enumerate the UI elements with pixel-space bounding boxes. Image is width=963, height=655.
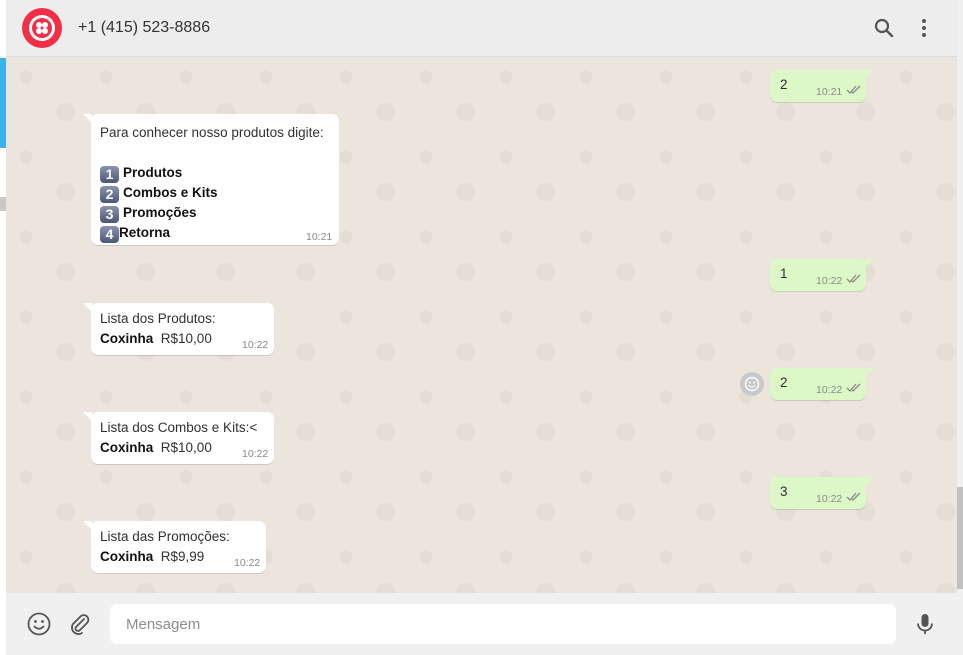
message-time: 10:22 <box>816 275 843 287</box>
message-text: Para conhecer nosso produtos digite: <box>100 125 324 140</box>
message-time: 10:22 <box>242 339 269 351</box>
keycap-2-icon: 2 <box>100 186 119 203</box>
chat-scrollbar-thumb[interactable] <box>957 487 963 589</box>
product-name: Coxinha <box>100 331 154 346</box>
outgoing-message[interactable]: 3 10:22 <box>770 477 874 509</box>
message-text: 2 <box>780 77 788 92</box>
message-title: Lista dos Produtos: <box>100 311 216 326</box>
message-input[interactable] <box>110 604 896 644</box>
smiley-icon[interactable] <box>740 372 764 396</box>
read-ticks-icon <box>846 492 861 501</box>
message-time: 10:22 <box>816 493 843 505</box>
menu-option: 2 Combos e Kits <box>100 183 324 203</box>
message-time: 10:21 <box>306 231 333 243</box>
message-title: Lista dos Combos e Kits:< <box>100 420 258 435</box>
search-icon[interactable] <box>872 16 898 42</box>
message-text: 2 <box>780 375 788 390</box>
chat-header: +1 (415) 523-8886 <box>6 0 957 57</box>
message-composer <box>6 593 957 655</box>
keycap-4-icon: 4 <box>100 226 119 243</box>
more-vertical-icon[interactable] <box>912 16 938 42</box>
message-time: 10:22 <box>816 384 843 396</box>
incoming-message[interactable]: Lista dos Produtos: Coxinha R$10,00 10:2… <box>83 303 274 355</box>
chat-messages[interactable]: 2 10:21 Para conhecer nosso produtos dig… <box>6 57 957 593</box>
incoming-message[interactable]: Lista dos Combos e Kits:< Coxinha R$10,0… <box>83 412 274 464</box>
message-title: Lista das Promoções: <box>100 529 230 544</box>
microphone-icon[interactable] <box>912 611 938 637</box>
product-name: Coxinha <box>100 440 154 455</box>
keycap-1-icon: 1 <box>100 166 119 183</box>
product-price: R$9,99 <box>160 549 205 564</box>
message-text: 1 <box>780 266 788 281</box>
menu-option: 1 Produtos <box>100 163 324 183</box>
emoji-icon[interactable] <box>26 611 52 637</box>
outgoing-message[interactable]: 2 10:22 <box>770 368 874 400</box>
twilio-logo-icon[interactable] <box>22 8 62 48</box>
read-ticks-icon <box>846 85 861 94</box>
paperclip-icon[interactable] <box>67 611 93 637</box>
read-ticks-icon <box>846 274 861 283</box>
keycap-3-icon: 3 <box>100 206 119 223</box>
product-price: R$10,00 <box>160 440 212 455</box>
product-price: R$10,00 <box>160 331 212 346</box>
outgoing-message[interactable]: 2 10:21 <box>770 70 874 102</box>
read-ticks-icon <box>846 383 861 392</box>
message-time: 10:21 <box>816 86 843 98</box>
message-time: 10:22 <box>234 557 261 569</box>
incoming-message[interactable]: Para conhecer nosso produtos digite: 1 Pr… <box>83 114 339 245</box>
message-time: 10:22 <box>242 448 269 460</box>
menu-option: 3 Promoções <box>100 203 324 223</box>
contact-name[interactable]: +1 (415) 523-8886 <box>78 19 210 37</box>
menu-option: 4 Retorna <box>100 223 324 243</box>
incoming-message[interactable]: Lista das Promoções: Coxinha R$9,99 10:2… <box>83 521 266 573</box>
message-text: 3 <box>780 484 788 499</box>
outgoing-message[interactable]: 1 10:22 <box>770 259 874 291</box>
product-name: Coxinha <box>100 549 154 564</box>
